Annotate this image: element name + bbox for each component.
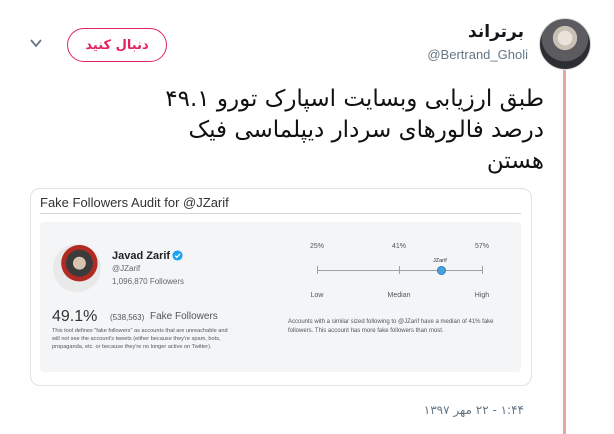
card-title: Fake Followers Audit for @JZarif <box>40 195 229 210</box>
scale-bottom-label: Low <box>310 292 324 299</box>
scale-top-label: 41% <box>391 243 407 250</box>
tweet-text: طبق ارزیابی وبسایت اسپارک تورو ۴۹.۱ درصد… <box>74 84 544 177</box>
scale-top-label: 25% <box>309 243 325 250</box>
scale-bottom-label: High <box>474 292 490 299</box>
author-avatar[interactable] <box>539 18 591 70</box>
account-avatar <box>53 244 101 292</box>
tweet-line: هستن <box>486 148 544 174</box>
tweet-line: طبق ارزیابی وبسایت اسپارک تورو ۴۹.۱ <box>165 86 544 112</box>
follow-button[interactable]: دنبال کنید <box>67 28 167 62</box>
thread-line <box>563 70 566 434</box>
author-display-name[interactable]: برتراند <box>468 22 524 42</box>
account-name: Javad Zarif <box>112 250 171 262</box>
definition-text: This tool defines "fake followers" as ac… <box>52 328 228 350</box>
chevron-down-icon[interactable] <box>30 38 42 48</box>
tweet-line: درصد فالورهای سردار دیپلماسی فیک <box>188 117 544 143</box>
account-marker <box>437 266 446 275</box>
account-followers: 1,096,870 Followers <box>112 277 185 286</box>
fake-label: Fake Followers <box>150 311 218 322</box>
scale-tick <box>399 266 400 274</box>
scale-tick <box>317 266 318 274</box>
comparison-text: Accounts with a similar sized following … <box>288 319 494 334</box>
verified-badge-icon <box>172 250 183 261</box>
account-handle: @JZarif <box>112 264 141 273</box>
scale-bottom-label: Median <box>387 292 411 299</box>
fake-count: (538,563) <box>110 313 145 322</box>
marker-label: JZarif <box>433 258 447 264</box>
scale-top-label: 57% <box>474 243 490 250</box>
fake-percent: 49.1% <box>52 308 98 325</box>
tweet-timestamp[interactable]: ۱:۴۴ - ۲۲ مهر ۱۳۹۷ <box>424 403 524 417</box>
author-handle[interactable]: @Bertrand_Gholi <box>427 47 528 62</box>
scale-tick <box>482 266 483 274</box>
card-divider <box>40 213 521 214</box>
